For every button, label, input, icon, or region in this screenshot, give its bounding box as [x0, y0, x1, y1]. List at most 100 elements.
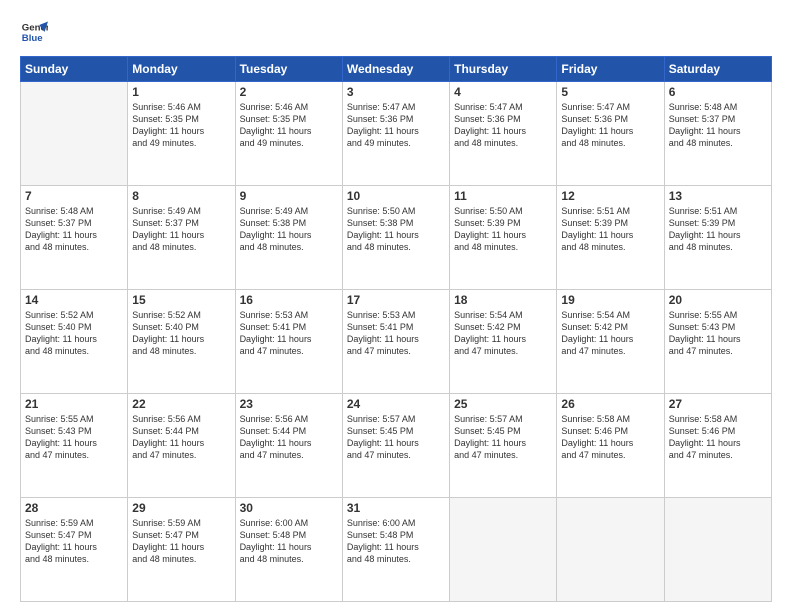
calendar-cell: 1 Sunrise: 5:46 AM Sunset: 5:35 PM Daylig…	[128, 82, 235, 186]
calendar-cell: 3 Sunrise: 5:47 AM Sunset: 5:36 PM Daylig…	[342, 82, 449, 186]
calendar-cell	[664, 498, 771, 602]
cell-info: Sunrise: 5:55 AM Sunset: 5:43 PM Dayligh…	[669, 309, 767, 358]
day-number: 7	[25, 189, 123, 203]
day-number: 17	[347, 293, 445, 307]
cell-info: Sunrise: 5:58 AM Sunset: 5:46 PM Dayligh…	[561, 413, 659, 462]
day-number: 24	[347, 397, 445, 411]
weekday-header-thursday: Thursday	[450, 57, 557, 82]
cell-info: Sunrise: 5:46 AM Sunset: 5:35 PM Dayligh…	[240, 101, 338, 150]
weekday-header-monday: Monday	[128, 57, 235, 82]
day-number: 10	[347, 189, 445, 203]
weekday-header-friday: Friday	[557, 57, 664, 82]
cell-info: Sunrise: 5:47 AM Sunset: 5:36 PM Dayligh…	[347, 101, 445, 150]
cell-info: Sunrise: 5:52 AM Sunset: 5:40 PM Dayligh…	[132, 309, 230, 358]
calendar-cell: 27 Sunrise: 5:58 AM Sunset: 5:46 PM Dayli…	[664, 394, 771, 498]
cell-info: Sunrise: 5:57 AM Sunset: 5:45 PM Dayligh…	[454, 413, 552, 462]
calendar-cell: 10 Sunrise: 5:50 AM Sunset: 5:38 PM Dayli…	[342, 186, 449, 290]
day-number: 23	[240, 397, 338, 411]
day-number: 16	[240, 293, 338, 307]
cell-info: Sunrise: 5:51 AM Sunset: 5:39 PM Dayligh…	[561, 205, 659, 254]
cell-info: Sunrise: 5:46 AM Sunset: 5:35 PM Dayligh…	[132, 101, 230, 150]
day-number: 9	[240, 189, 338, 203]
cell-info: Sunrise: 5:57 AM Sunset: 5:45 PM Dayligh…	[347, 413, 445, 462]
day-number: 8	[132, 189, 230, 203]
calendar-cell: 31 Sunrise: 6:00 AM Sunset: 5:48 PM Dayli…	[342, 498, 449, 602]
cell-info: Sunrise: 5:55 AM Sunset: 5:43 PM Dayligh…	[25, 413, 123, 462]
calendar-cell: 22Sunrise: 5:56 AM Sunset: 5:44 PM Dayli…	[128, 394, 235, 498]
calendar-cell: 6 Sunrise: 5:48 AM Sunset: 5:37 PM Daylig…	[664, 82, 771, 186]
day-number: 25	[454, 397, 552, 411]
cell-info: Sunrise: 5:54 AM Sunset: 5:42 PM Dayligh…	[561, 309, 659, 358]
calendar-cell: 16 Sunrise: 5:53 AM Sunset: 5:41 PM Dayli…	[235, 290, 342, 394]
logo: General Blue	[20, 18, 48, 46]
day-number: 5	[561, 85, 659, 99]
calendar-cell: 23 Sunrise: 5:56 AM Sunset: 5:44 PM Dayli…	[235, 394, 342, 498]
svg-text:Blue: Blue	[22, 33, 43, 44]
day-number: 3	[347, 85, 445, 99]
calendar-cell: 8 Sunrise: 5:49 AM Sunset: 5:37 PM Daylig…	[128, 186, 235, 290]
calendar-cell: 30Sunrise: 6:00 AM Sunset: 5:48 PM Dayli…	[235, 498, 342, 602]
cell-info: Sunrise: 5:54 AM Sunset: 5:42 PM Dayligh…	[454, 309, 552, 358]
cell-info: Sunrise: 5:49 AM Sunset: 5:38 PM Dayligh…	[240, 205, 338, 254]
cell-info: Sunrise: 5:50 AM Sunset: 5:38 PM Dayligh…	[347, 205, 445, 254]
day-number: 28	[25, 501, 123, 515]
cell-info: Sunrise: 5:59 AM Sunset: 5:47 PM Dayligh…	[25, 517, 123, 566]
cell-info: Sunrise: 5:58 AM Sunset: 5:46 PM Dayligh…	[669, 413, 767, 462]
calendar-cell: 13 Sunrise: 5:51 AM Sunset: 5:39 PM Dayli…	[664, 186, 771, 290]
week-row-4: 21 Sunrise: 5:55 AM Sunset: 5:43 PM Dayli…	[21, 394, 772, 498]
day-number: 19	[561, 293, 659, 307]
day-number: 4	[454, 85, 552, 99]
calendar-cell: 14 Sunrise: 5:52 AM Sunset: 5:40 PM Dayli…	[21, 290, 128, 394]
day-number: 12	[561, 189, 659, 203]
cell-info: Sunrise: 5:51 AM Sunset: 5:39 PM Dayligh…	[669, 205, 767, 254]
cell-info: Sunrise: 5:52 AM Sunset: 5:40 PM Dayligh…	[25, 309, 123, 358]
day-number: 15	[132, 293, 230, 307]
cell-info: Sunrise: 6:00 AM Sunset: 5:48 PM Dayligh…	[240, 517, 338, 566]
calendar-cell: 15 Sunrise: 5:52 AM Sunset: 5:40 PM Dayli…	[128, 290, 235, 394]
calendar-cell: 18 Sunrise: 5:54 AM Sunset: 5:42 PM Dayli…	[450, 290, 557, 394]
calendar-cell: 20 Sunrise: 5:55 AM Sunset: 5:43 PM Dayli…	[664, 290, 771, 394]
calendar-cell: 2 Sunrise: 5:46 AM Sunset: 5:35 PM Daylig…	[235, 82, 342, 186]
weekday-header-wednesday: Wednesday	[342, 57, 449, 82]
day-number: 27	[669, 397, 767, 411]
cell-info: Sunrise: 5:56 AM Sunset: 5:44 PM Dayligh…	[240, 413, 338, 462]
day-number: 1	[132, 85, 230, 99]
week-row-2: 7Sunrise: 5:48 AM Sunset: 5:37 PM Daylig…	[21, 186, 772, 290]
day-number: 21	[25, 397, 123, 411]
calendar-table: SundayMondayTuesdayWednesdayThursdayFrid…	[20, 56, 772, 602]
calendar-cell: 28 Sunrise: 5:59 AM Sunset: 5:47 PM Dayli…	[21, 498, 128, 602]
cell-info: Sunrise: 6:00 AM Sunset: 5:48 PM Dayligh…	[347, 517, 445, 566]
day-number: 6	[669, 85, 767, 99]
day-number: 13	[669, 189, 767, 203]
cell-info: Sunrise: 5:53 AM Sunset: 5:41 PM Dayligh…	[240, 309, 338, 358]
cell-info: Sunrise: 5:50 AM Sunset: 5:39 PM Dayligh…	[454, 205, 552, 254]
cell-info: Sunrise: 5:47 AM Sunset: 5:36 PM Dayligh…	[454, 101, 552, 150]
calendar-cell: 17Sunrise: 5:53 AM Sunset: 5:41 PM Dayli…	[342, 290, 449, 394]
calendar-cell	[21, 82, 128, 186]
day-number: 18	[454, 293, 552, 307]
header: General Blue	[20, 18, 772, 46]
day-number: 2	[240, 85, 338, 99]
calendar-cell: 4 Sunrise: 5:47 AM Sunset: 5:36 PM Daylig…	[450, 82, 557, 186]
day-number: 20	[669, 293, 767, 307]
calendar-cell: 9 Sunrise: 5:49 AM Sunset: 5:38 PM Daylig…	[235, 186, 342, 290]
calendar-cell: 26 Sunrise: 5:58 AM Sunset: 5:46 PM Dayli…	[557, 394, 664, 498]
cell-info: Sunrise: 5:49 AM Sunset: 5:37 PM Dayligh…	[132, 205, 230, 254]
calendar-cell: 7Sunrise: 5:48 AM Sunset: 5:37 PM Daylig…	[21, 186, 128, 290]
cell-info: Sunrise: 5:47 AM Sunset: 5:36 PM Dayligh…	[561, 101, 659, 150]
weekday-header-row: SundayMondayTuesdayWednesdayThursdayFrid…	[21, 57, 772, 82]
day-number: 14	[25, 293, 123, 307]
week-row-5: 28 Sunrise: 5:59 AM Sunset: 5:47 PM Dayli…	[21, 498, 772, 602]
calendar-cell: 5 Sunrise: 5:47 AM Sunset: 5:36 PM Daylig…	[557, 82, 664, 186]
calendar-cell: 29Sunrise: 5:59 AM Sunset: 5:47 PM Dayli…	[128, 498, 235, 602]
calendar-cell: 24 Sunrise: 5:57 AM Sunset: 5:45 PM Dayli…	[342, 394, 449, 498]
logo-icon: General Blue	[20, 18, 48, 46]
week-row-3: 14 Sunrise: 5:52 AM Sunset: 5:40 PM Dayli…	[21, 290, 772, 394]
cell-info: Sunrise: 5:56 AM Sunset: 5:44 PM Dayligh…	[132, 413, 230, 462]
day-number: 26	[561, 397, 659, 411]
day-number: 31	[347, 501, 445, 515]
weekday-header-tuesday: Tuesday	[235, 57, 342, 82]
cell-info: Sunrise: 5:48 AM Sunset: 5:37 PM Dayligh…	[669, 101, 767, 150]
weekday-header-saturday: Saturday	[664, 57, 771, 82]
calendar-cell: 25 Sunrise: 5:57 AM Sunset: 5:45 PM Dayli…	[450, 394, 557, 498]
